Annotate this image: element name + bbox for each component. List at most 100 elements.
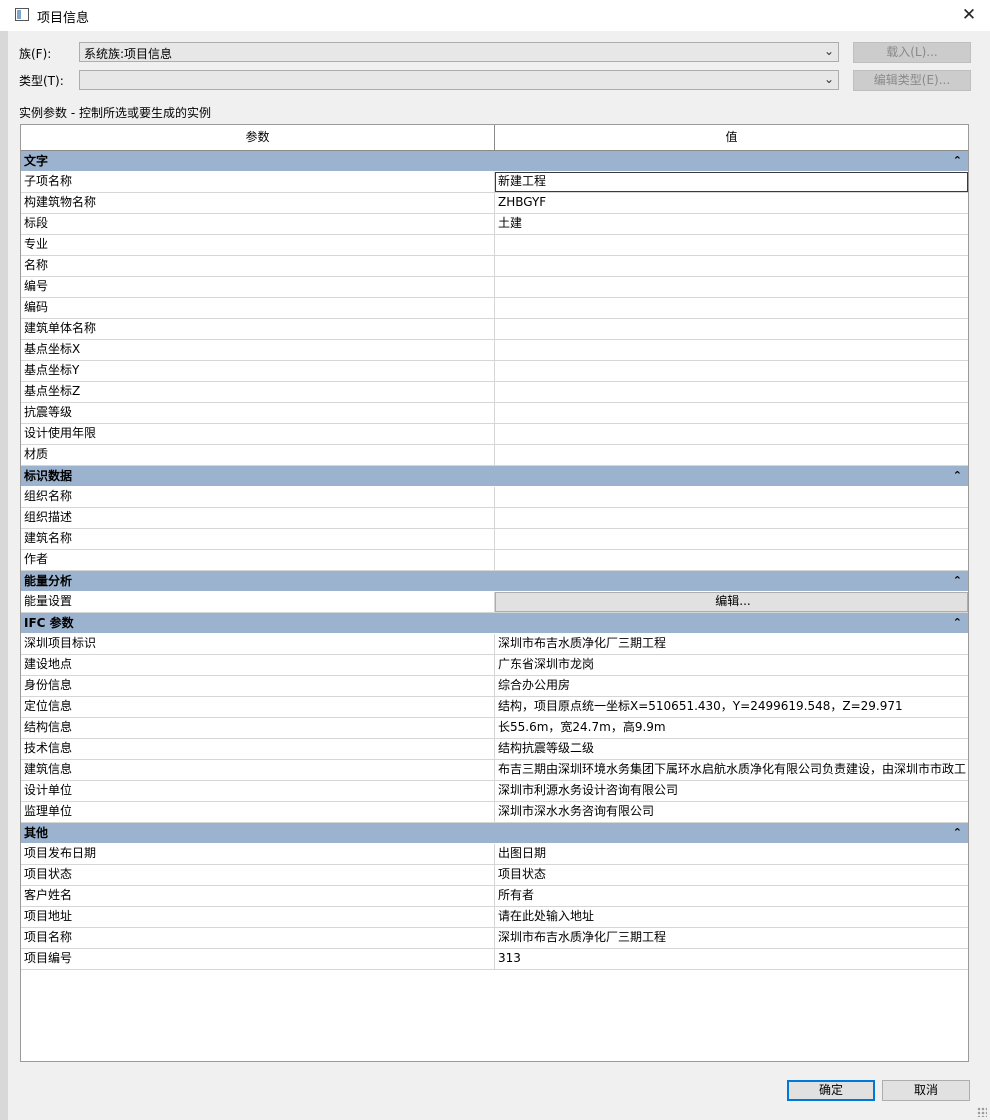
param-row[interactable]: 子项名称 新建工程 [21,172,968,193]
param-value[interactable]: 出图日期 [495,844,968,864]
collapse-icon[interactable]: ⌃ [953,151,962,171]
param-row[interactable]: 组织描述 [21,508,968,529]
param-value[interactable]: 布吉三期由深圳环境水务集团下属环水启航水质净化有限公司负责建设，由深圳市市政工 [495,760,968,780]
param-row[interactable]: 基点坐标Z [21,382,968,403]
param-row[interactable]: 材质 [21,445,968,466]
param-value[interactable] [495,361,968,381]
param-value[interactable] [495,529,968,549]
load-button[interactable]: 载入(L)... [853,42,971,63]
param-value[interactable] [495,277,968,297]
close-button[interactable]: ✕ [956,4,982,26]
param-name: 作者 [21,550,495,570]
family-select[interactable]: 系统族:项目信息 ⌄ [79,42,839,62]
properties-grid[interactable]: 参数 值 文字 ⌃ 子项名称 新建工程 构建筑物名称 ZHBGYF 标段 土建 专业 名称 编号 编码… [20,124,969,1062]
param-row[interactable]: 能量设置 编辑... [21,592,968,613]
group-title: 文字 [24,154,49,168]
param-row[interactable]: 项目发布日期 出图日期 [21,844,968,865]
param-value[interactable]: 深圳市布吉水质净化厂三期工程 [495,928,968,948]
param-value[interactable]: 结构，项目原点统一坐标X=510651.430，Y=2499619.548，Z=… [495,697,968,717]
param-value[interactable] [495,319,968,339]
param-value[interactable]: 广东省深圳市龙岗 [495,655,968,675]
param-value[interactable]: 项目状态 [495,865,968,885]
collapse-icon[interactable]: ⌃ [953,613,962,633]
param-row[interactable]: 标段 土建 [21,214,968,235]
param-row[interactable]: 专业 [21,235,968,256]
collapse-icon[interactable]: ⌃ [953,571,962,591]
param-row[interactable]: 抗震等级 [21,403,968,424]
param-row[interactable]: 建筑信息 布吉三期由深圳环境水务集团下属环水启航水质净化有限公司负责建设，由深圳市… [21,760,968,781]
param-name: 技术信息 [21,739,495,759]
param-row[interactable]: 结构信息 长55.6m，宽24.7m，高9.9m [21,718,968,739]
collapse-icon[interactable]: ⌃ [953,823,962,843]
param-value[interactable]: 313 [495,949,968,969]
param-row[interactable]: 基点坐标X [21,340,968,361]
param-name: 名称 [21,256,495,276]
param-value[interactable]: 深圳市深水水务咨询有限公司 [495,802,968,822]
param-row[interactable]: 设计使用年限 [21,424,968,445]
param-value[interactable] [495,298,968,318]
edit-type-button[interactable]: 编辑类型(E)... [853,70,971,91]
param-row[interactable]: 建筑名称 [21,529,968,550]
param-value[interactable] [495,235,968,255]
param-value[interactable]: 结构抗震等级二级 [495,739,968,759]
param-value[interactable] [495,445,968,465]
chevron-down-icon: ⌄ [823,72,834,86]
param-row[interactable]: 作者 [21,550,968,571]
param-name: 子项名称 [21,172,495,192]
cancel-button[interactable]: 取消 [882,1080,970,1101]
param-value[interactable] [495,340,968,360]
param-row[interactable]: 名称 [21,256,968,277]
param-value[interactable]: 所有者 [495,886,968,906]
param-value[interactable]: 深圳市布吉水质净化厂三期工程 [495,634,968,654]
param-row[interactable]: 项目地址 请在此处输入地址 [21,907,968,928]
window-title: 项目信息 [37,11,90,26]
param-row[interactable]: 项目状态 项目状态 [21,865,968,886]
param-value[interactable] [495,487,968,507]
collapse-icon[interactable]: ⌃ [953,466,962,486]
param-value[interactable]: 土建 [495,214,968,234]
param-row[interactable]: 定位信息 结构，项目原点统一坐标X=510651.430，Y=2499619.54… [21,697,968,718]
group-header-identity[interactable]: 标识数据 ⌃ [21,466,968,487]
param-value-input[interactable]: 新建工程 [495,172,968,192]
param-row[interactable]: 建设地点 广东省深圳市龙岗 [21,655,968,676]
param-row[interactable]: 监理单位 深圳市深水水务咨询有限公司 [21,802,968,823]
param-row[interactable]: 设计单位 深圳市利源水务设计咨询有限公司 [21,781,968,802]
instance-params-note: 实例参数 - 控制所选或要生成的实例 [19,106,211,120]
ok-button[interactable]: 确定 [787,1080,875,1101]
param-row[interactable]: 身份信息 综合办公用房 [21,676,968,697]
param-row[interactable]: 建筑单体名称 [21,319,968,340]
group-header-other[interactable]: 其他 ⌃ [21,823,968,844]
param-value[interactable]: 长55.6m，宽24.7m，高9.9m [495,718,968,738]
param-row[interactable]: 编号 [21,277,968,298]
param-row[interactable]: 项目编号 313 [21,949,968,970]
param-value[interactable] [495,508,968,528]
group-header-energy[interactable]: 能量分析 ⌃ [21,571,968,592]
param-value[interactable] [495,403,968,423]
param-row[interactable]: 构建筑物名称 ZHBGYF [21,193,968,214]
param-row[interactable]: 客户姓名 所有者 [21,886,968,907]
param-name: 建筑信息 [21,760,495,780]
energy-settings-edit-button[interactable]: 编辑... [495,592,968,612]
param-value[interactable]: 深圳市利源水务设计咨询有限公司 [495,781,968,801]
resize-grip-icon[interactable] [977,1107,987,1117]
group-header-text[interactable]: 文字 ⌃ [21,151,968,172]
param-value[interactable]: ZHBGYF [495,193,968,213]
param-row[interactable]: 基点坐标Y [21,361,968,382]
param-row[interactable]: 编码 [21,298,968,319]
param-value[interactable]: 综合办公用房 [495,676,968,696]
param-row[interactable]: 技术信息 结构抗震等级二级 [21,739,968,760]
param-row[interactable]: 深圳项目标识 深圳市布吉水质净化厂三期工程 [21,634,968,655]
param-value[interactable]: 请在此处输入地址 [495,907,968,927]
column-header-value[interactable]: 值 [495,125,968,150]
column-header-param[interactable]: 参数 [21,125,495,150]
param-value[interactable] [495,382,968,402]
group-title: 其他 [24,826,49,840]
param-value[interactable] [495,550,968,570]
param-row[interactable]: 组织名称 [21,487,968,508]
type-select[interactable]: ⌄ [79,70,839,90]
group-header-ifc[interactable]: IFC 参数 ⌃ [21,613,968,634]
param-row[interactable]: 项目名称 深圳市布吉水质净化厂三期工程 [21,928,968,949]
param-name: 设计单位 [21,781,495,801]
param-value[interactable] [495,256,968,276]
param-value[interactable] [495,424,968,444]
